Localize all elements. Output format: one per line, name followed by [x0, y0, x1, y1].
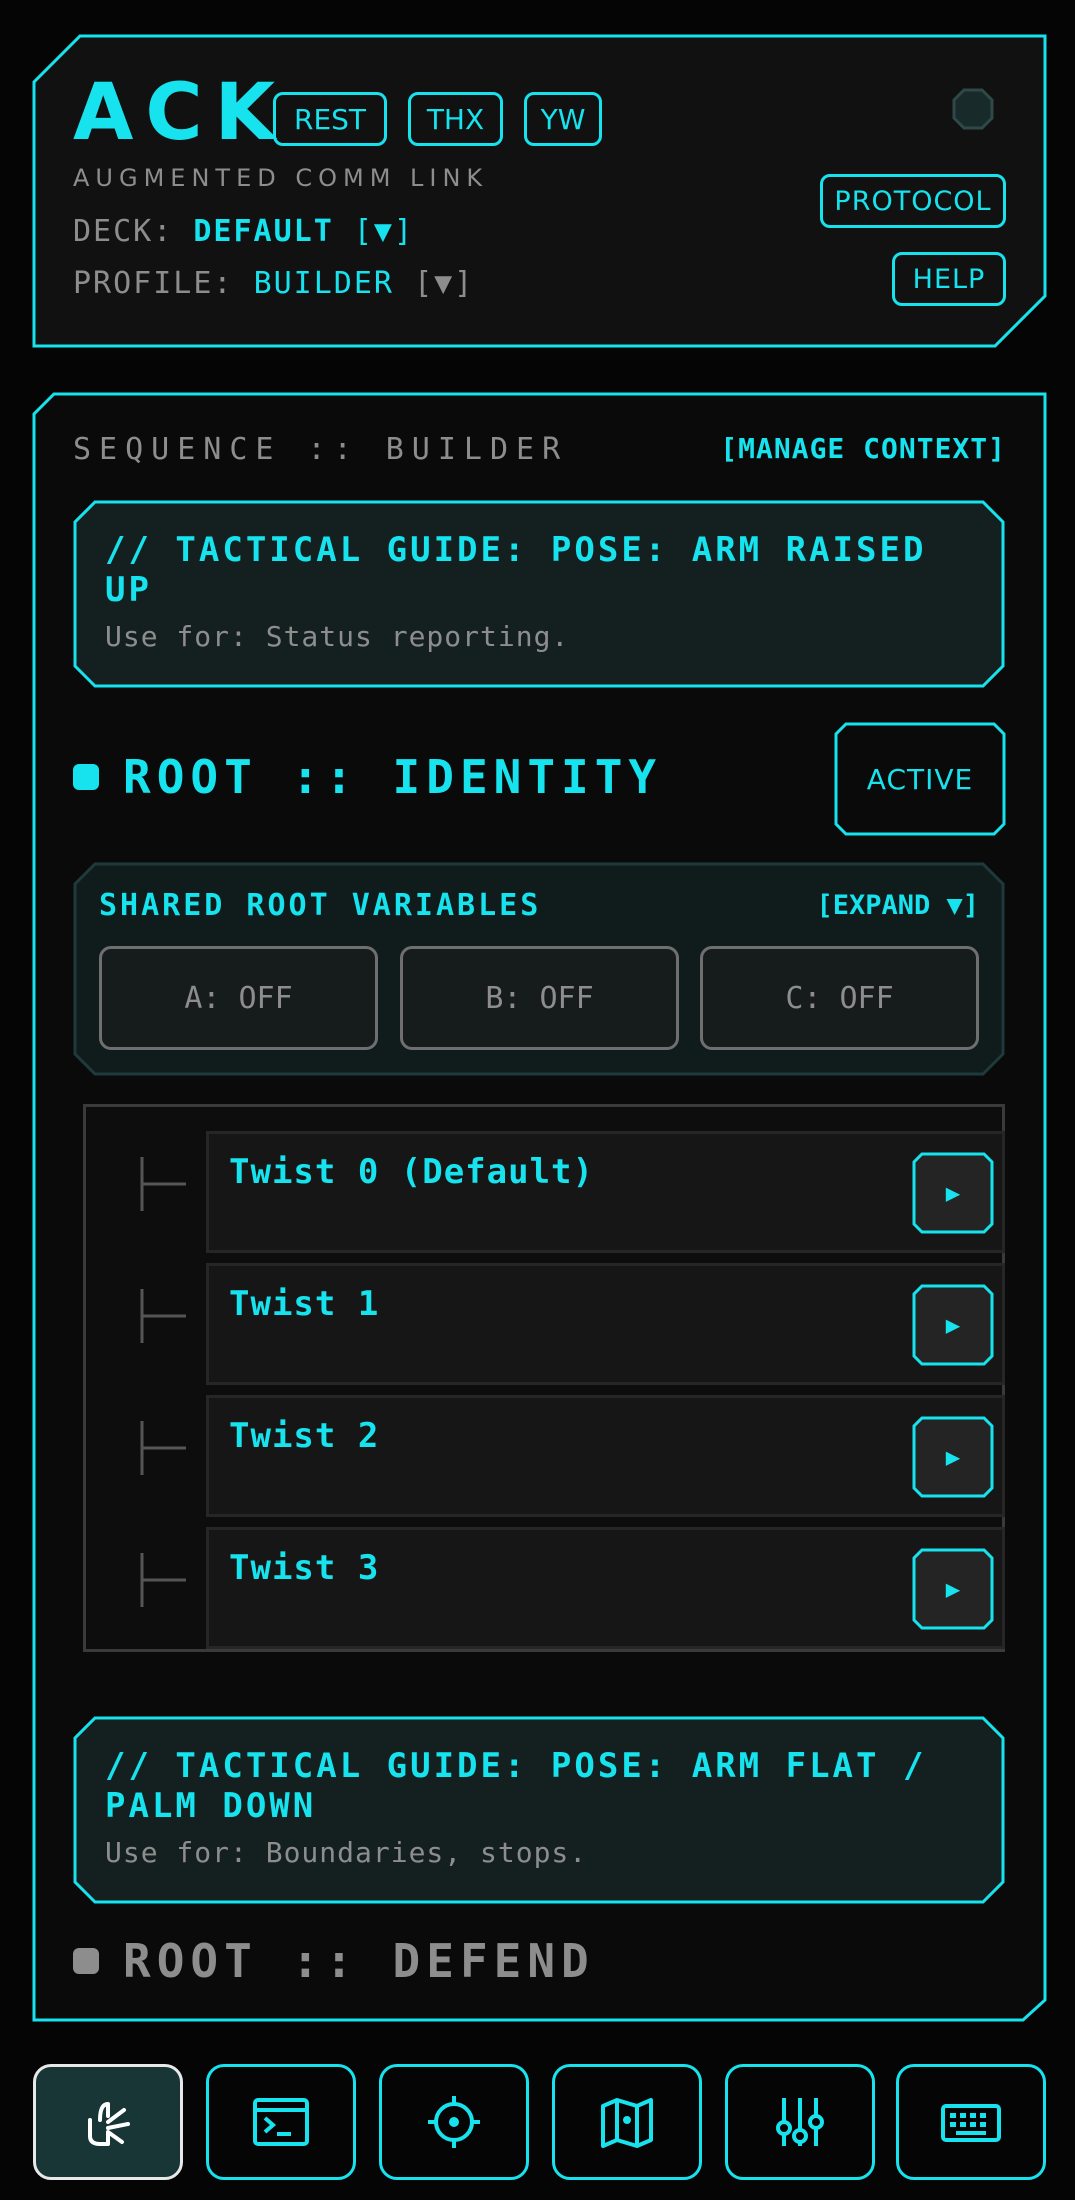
tactical-guide-arm-flat: // TACTICAL GUIDE: POSE: ARM FLAT / PALM… [73, 1716, 1005, 1904]
gesture-hand-icon [88, 2102, 130, 2146]
var-a-toggle[interactable]: A: OFF [99, 946, 378, 1050]
list-item: Twist 2 ▶ [86, 1381, 1008, 1517]
sequence-label: SEQUENCE :: BUILDER [73, 432, 569, 467]
nav-settings-button[interactable] [725, 2064, 875, 2180]
connection-status-icon [952, 88, 994, 130]
nav-map-button[interactable] [552, 2064, 702, 2180]
play-twist-button[interactable]: ▶ [912, 1152, 994, 1234]
twist-card[interactable]: Twist 2 ▶ [206, 1395, 1005, 1517]
play-twist-button[interactable]: ▶ [912, 1548, 994, 1630]
play-icon: ▶ [945, 1311, 961, 1339]
guide-use-for: Use for: Boundaries, stops. [105, 1836, 588, 1869]
sequence-panel: SEQUENCE :: BUILDER [MANAGE CONTEXT] // … [32, 392, 1047, 2022]
manage-context-link[interactable]: [MANAGE CONTEXT] [720, 432, 1006, 465]
root-active-indicator-icon [73, 764, 99, 790]
quick-reply-yw-button[interactable]: YW [524, 92, 602, 146]
twist-name: Twist 2 [229, 1416, 380, 1456]
var-b-toggle[interactable]: B: OFF [400, 946, 679, 1050]
deck-value: DEFAULT [193, 214, 334, 249]
tactical-guide-arm-raised: // TACTICAL GUIDE: POSE: ARM RAISED UP U… [73, 500, 1005, 688]
list-item: Twist 1 ▶ [86, 1249, 1008, 1385]
twist-name: Twist 0 (Default) [229, 1152, 594, 1192]
help-button[interactable]: HELP [892, 252, 1006, 306]
twist-list: Twist 0 (Default) ▶ Twist 1 ▶ Twist 2 ▶ … [83, 1104, 1005, 1652]
tree-branch-icon [140, 1421, 186, 1475]
active-button-label: ACTIVE [866, 762, 974, 796]
nav-keyboard-button[interactable] [896, 2064, 1046, 2180]
deck-label: DECK: [73, 214, 174, 249]
play-icon: ▶ [945, 1179, 961, 1207]
twist-card[interactable]: Twist 1 ▶ [206, 1263, 1005, 1385]
keyboard-icon [941, 2104, 1001, 2142]
root-identity-header[interactable]: ROOT :: IDENTITY [73, 750, 662, 804]
deck-dropdown-arrow[interactable]: [▼] [354, 214, 414, 249]
profile-label: PROFILE: [73, 266, 234, 301]
guide-title: // TACTICAL GUIDE: POSE: ARM FLAT / PALM… [105, 1746, 927, 1826]
guide-use-for: Use for: Status reporting. [105, 620, 570, 653]
crosshair-icon [428, 2096, 480, 2148]
quick-reply-thx-button[interactable]: THX [408, 92, 503, 146]
play-icon: ▶ [945, 1575, 961, 1603]
app-subtitle: AUGMENTED COMM LINK [73, 164, 489, 192]
deck-selector[interactable]: DECK: DEFAULT [▼] [73, 214, 414, 249]
shared-root-variables: SHARED ROOT VARIABLES [EXPAND ▼] A: OFF … [73, 862, 1005, 1076]
play-twist-button[interactable]: ▶ [912, 1284, 994, 1366]
twist-card[interactable]: Twist 3 ▶ [206, 1527, 1005, 1649]
tree-branch-icon [140, 1289, 186, 1343]
map-icon [601, 2098, 653, 2148]
list-item: Twist 3 ▶ [86, 1513, 1008, 1649]
guide-title: // TACTICAL GUIDE: POSE: ARM RAISED UP [105, 530, 927, 610]
protocol-button[interactable]: PROTOCOL [820, 174, 1006, 228]
nav-target-button[interactable] [379, 2064, 529, 2180]
terminal-icon [253, 2098, 309, 2146]
root-inactive-indicator-icon [73, 1948, 99, 1974]
root-active-button[interactable]: ACTIVE [834, 722, 1006, 836]
profile-selector[interactable]: PROFILE: BUILDER [▼] [73, 266, 474, 301]
root-defend-title: ROOT :: DEFEND [123, 1934, 595, 1988]
list-item: Twist 0 (Default) ▶ [86, 1117, 1008, 1253]
shared-vars-title: SHARED ROOT VARIABLES [99, 888, 542, 923]
play-twist-button[interactable]: ▶ [912, 1416, 994, 1498]
twist-name: Twist 3 [229, 1548, 380, 1588]
profile-dropdown-arrow[interactable]: [▼] [414, 266, 474, 301]
twist-name: Twist 1 [229, 1284, 380, 1324]
tree-branch-icon [140, 1157, 186, 1211]
profile-value: BUILDER [253, 266, 394, 301]
tree-branch-icon [140, 1553, 186, 1607]
app-title: ACK [73, 68, 288, 158]
twist-card[interactable]: Twist 0 (Default) ▶ [206, 1131, 1005, 1253]
header-panel: ACK REST THX YW AUGMENTED COMM LINK DECK… [32, 34, 1047, 348]
var-c-toggle[interactable]: C: OFF [700, 946, 979, 1050]
sliders-icon [776, 2098, 824, 2146]
nav-terminal-button[interactable] [206, 2064, 356, 2180]
quick-reply-rest-button[interactable]: REST [273, 92, 387, 146]
play-icon: ▶ [945, 1443, 961, 1471]
root-defend-header[interactable]: ROOT :: DEFEND [73, 1934, 595, 1988]
root-identity-title: ROOT :: IDENTITY [123, 750, 663, 804]
shared-vars-expand-toggle[interactable]: [EXPAND ▼] [816, 890, 979, 921]
nav-gesture-button[interactable] [33, 2064, 183, 2180]
